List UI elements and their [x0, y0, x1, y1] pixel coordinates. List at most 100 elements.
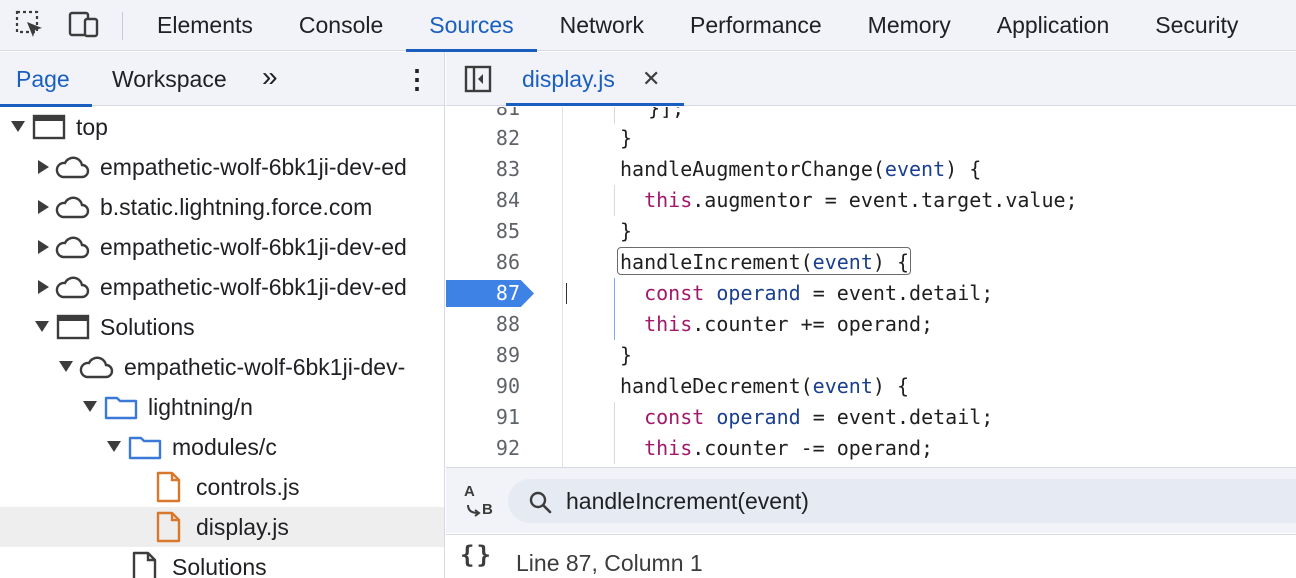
- line-source: }: [620, 126, 633, 150]
- collapse-arrow-icon[interactable]: [38, 200, 49, 214]
- match-case-icon[interactable]: A B: [462, 483, 498, 519]
- line-number[interactable]: 86: [446, 247, 520, 278]
- tree-item-label: lightning/n: [148, 394, 253, 420]
- expand-arrow-icon[interactable]: [11, 121, 25, 132]
- tree-item-domain[interactable]: empathetic-wolf-6bk1ji-dev-ed: [0, 267, 444, 307]
- line-source: this.counter += operand;: [644, 312, 934, 336]
- tab-application[interactable]: Application: [974, 0, 1133, 51]
- tab-security[interactable]: Security: [1132, 0, 1261, 51]
- code-line: 85 }: [446, 216, 1296, 247]
- line-number[interactable]: 90: [446, 371, 520, 402]
- punctuation: ) {: [945, 157, 982, 181]
- expand-arrow-icon[interactable]: [35, 321, 49, 332]
- line-source: }];: [624, 107, 685, 120]
- tab-performance[interactable]: Performance: [667, 0, 845, 51]
- keyword-const: const: [644, 281, 705, 305]
- js-file-icon: [152, 471, 186, 503]
- code-line: 86 handleIncrement(event) {: [446, 247, 1296, 278]
- cloud-icon: [54, 273, 90, 301]
- param-event: event: [812, 374, 873, 398]
- cursor-position: Line 87, Column 1: [516, 550, 703, 576]
- tab-network[interactable]: Network: [537, 0, 667, 51]
- line-number[interactable]: 89: [446, 340, 520, 371]
- keyword-const: const: [644, 405, 705, 429]
- tab-page[interactable]: Page: [0, 52, 92, 107]
- tree-item-label: empathetic-wolf-6bk1ji-dev-ed: [100, 234, 407, 260]
- tree-item-label: Solutions: [100, 314, 195, 340]
- code-line-breakpoint: 87 const operand = event.detail;: [446, 278, 1296, 309]
- tree-item-frame[interactable]: Solutions: [0, 307, 444, 347]
- indent-guide: [614, 185, 615, 216]
- tab-sources[interactable]: Sources: [406, 0, 538, 52]
- pretty-print-icon[interactable]: {}: [460, 541, 493, 569]
- indent-guide: [614, 107, 615, 124]
- tab-memory[interactable]: Memory: [845, 0, 974, 51]
- tree-item-domain[interactable]: empathetic-wolf-6bk1ji-dev-ed: [0, 227, 444, 267]
- line-number[interactable]: 83: [446, 154, 520, 185]
- collapse-arrow-icon[interactable]: [38, 160, 49, 174]
- code-line: 81 }];: [446, 107, 1296, 124]
- frame-icon: [32, 113, 66, 141]
- toggle-navigator-icon[interactable]: [464, 65, 492, 93]
- code-line: 84 this.augmentor = event.target.value;: [446, 185, 1296, 216]
- folder-icon: [128, 433, 162, 461]
- status-bar: {} Line 87, Column 1: [446, 534, 1296, 578]
- inspect-element-icon[interactable]: [14, 10, 46, 40]
- sources-navigator: Page Workspace » ⋮ top empathetic-wolf-6…: [0, 52, 445, 578]
- keyword-this: this: [644, 312, 693, 336]
- navigator-menu-icon[interactable]: ⋮: [404, 52, 430, 106]
- tree-item-label: empathetic-wolf-6bk1ji-dev-: [124, 354, 406, 380]
- param-event: event: [884, 157, 946, 181]
- collapse-arrow-icon[interactable]: [38, 240, 49, 254]
- expand-arrow-icon[interactable]: [59, 361, 73, 372]
- tab-elements[interactable]: Elements: [134, 0, 276, 51]
- toolbar-separator: [122, 12, 123, 40]
- search-input[interactable]: handleIncrement(event): [508, 479, 1296, 523]
- panel-tabs: Elements Console Sources Network Perform…: [134, 0, 1261, 52]
- close-tab-icon[interactable]: ✕: [642, 52, 660, 106]
- line-source: handleDecrement(event) {: [620, 371, 909, 402]
- cloud-icon: [54, 193, 90, 221]
- line-number[interactable]: 81: [446, 107, 520, 124]
- tab-workspace[interactable]: Workspace: [112, 52, 227, 106]
- search-icon: [528, 490, 552, 514]
- tree-item-label: modules/c: [172, 434, 277, 460]
- tree-item-folder[interactable]: modules/c: [0, 427, 444, 467]
- line-number[interactable]: 85: [446, 216, 520, 247]
- file-tab-display-js[interactable]: display.js: [522, 52, 615, 106]
- line-number[interactable]: 88: [446, 309, 520, 340]
- tree-item-label: Solutions: [172, 554, 267, 578]
- tree-item-domain[interactable]: b.static.lightning.force.com: [0, 187, 444, 227]
- line-number[interactable]: 91: [446, 402, 520, 433]
- line-source: this.augmentor = event.target.value;: [644, 188, 1078, 212]
- device-toggle-icon[interactable]: [68, 10, 100, 40]
- tree-item-document[interactable]: Solutions: [0, 547, 444, 578]
- more-tabs-icon[interactable]: »: [262, 52, 278, 106]
- line-number[interactable]: 87: [446, 278, 520, 309]
- tab-console[interactable]: Console: [276, 0, 406, 51]
- tree-item-label: empathetic-wolf-6bk1ji-dev-ed: [100, 274, 407, 300]
- tree-item-domain[interactable]: empathetic-wolf-6bk1ji-dev-ed: [0, 147, 444, 187]
- line-number[interactable]: 84: [446, 185, 520, 216]
- editor-tabs: display.js ✕: [446, 52, 1296, 106]
- tree-item-label: b.static.lightning.force.com: [100, 194, 373, 220]
- indent-guide: [614, 433, 615, 464]
- tree-item-file[interactable]: controls.js: [0, 467, 444, 507]
- collapse-arrow-icon[interactable]: [38, 280, 49, 294]
- indent-guide-active: [614, 278, 615, 309]
- tree-item-label: top: [76, 114, 108, 140]
- tree-item-folder[interactable]: lightning/n: [0, 387, 444, 427]
- expand-arrow-icon[interactable]: [83, 401, 97, 412]
- line-number[interactable]: 82: [446, 123, 520, 154]
- tree-item-file-selected[interactable]: display.js: [0, 507, 444, 547]
- line-number[interactable]: 92: [446, 433, 520, 464]
- tree-item-domain[interactable]: empathetic-wolf-6bk1ji-dev-: [0, 347, 444, 387]
- code-area[interactable]: 81 }]; 82 } 83 handleAugmentorChange(eve…: [446, 107, 1296, 467]
- devtools-toolbar: Elements Console Sources Network Perform…: [0, 0, 1296, 52]
- expand-arrow-icon[interactable]: [107, 441, 121, 452]
- cloud-icon: [54, 153, 90, 181]
- param-event: event: [812, 250, 873, 274]
- line-source: handleIncrement(event) {: [620, 247, 909, 278]
- navigator-tabs: Page Workspace » ⋮: [0, 52, 444, 107]
- tree-item-top[interactable]: top: [0, 107, 444, 147]
